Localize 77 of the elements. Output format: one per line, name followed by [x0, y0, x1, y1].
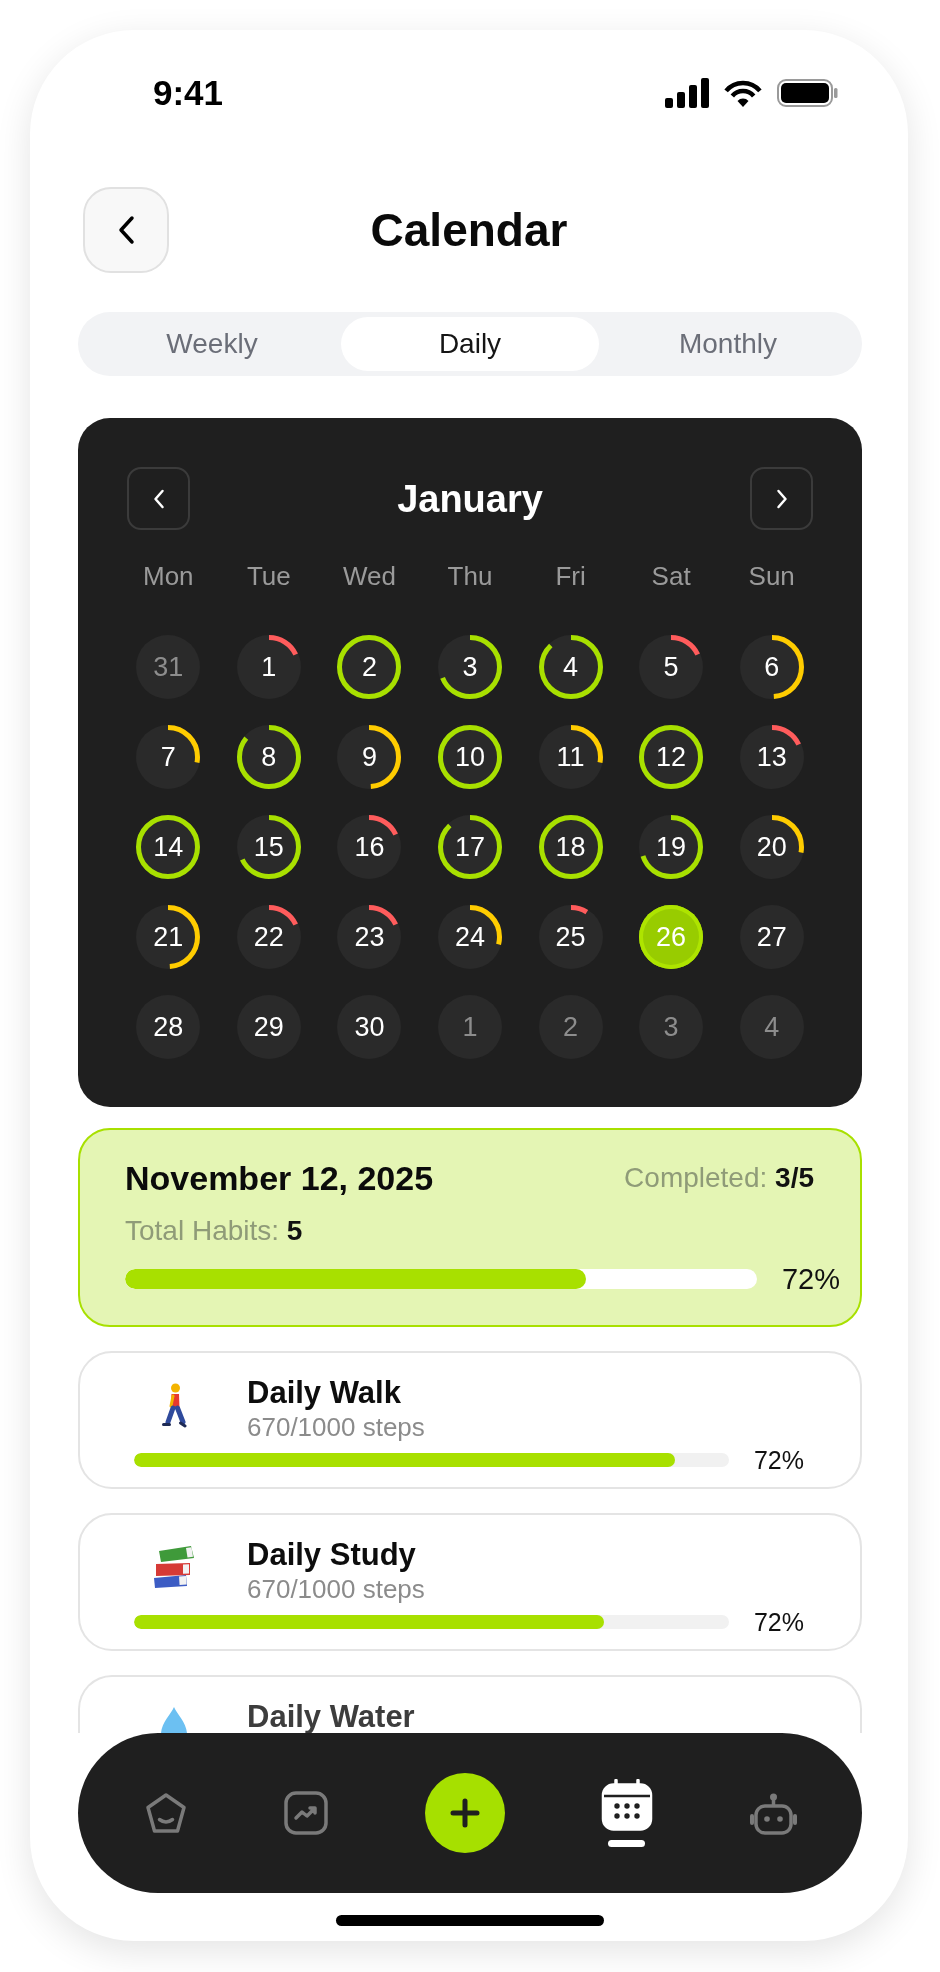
- plus-icon: [449, 1798, 480, 1828]
- weekday-label: Sat: [651, 561, 691, 591]
- calendar-day[interactable]: 23: [337, 905, 402, 969]
- calendar-day[interactable]: 6: [739, 635, 804, 699]
- calendar-day[interactable]: 17: [438, 815, 502, 879]
- calendar-day[interactable]: 7: [136, 725, 201, 789]
- calendar-day[interactable]: 30: [337, 995, 402, 1059]
- calendar-day[interactable]: 21: [136, 905, 201, 969]
- calendar-day[interactable]: 28: [136, 995, 201, 1059]
- weekday-label: Tue: [246, 561, 291, 591]
- calendar-day[interactable]: 1: [438, 995, 502, 1059]
- calendar-day[interactable]: 20: [739, 815, 804, 879]
- calendar-day[interactable]: 19: [639, 815, 704, 879]
- home-icon: [144, 1791, 188, 1835]
- habit-card[interactable]: Daily Study 670/1000 steps 72%: [78, 1513, 862, 1651]
- signal-icon: [665, 78, 709, 108]
- progress-percent: 72%: [781, 1262, 840, 1296]
- calendar-day[interactable]: 5: [639, 635, 704, 699]
- view-tab[interactable]: Daily: [341, 317, 599, 371]
- habit-card[interactable]: Daily Walk 670/1000 steps 72%: [78, 1351, 862, 1489]
- selected-indicator: [608, 1840, 646, 1847]
- calendar-day[interactable]: 1: [236, 635, 301, 699]
- calendar-day[interactable]: 2: [337, 635, 402, 699]
- calendar-day[interactable]: 25: [538, 905, 603, 969]
- calendar-day[interactable]: 8: [236, 725, 301, 789]
- calendar-day[interactable]: 29: [236, 995, 301, 1059]
- robot-icon: [749, 1791, 798, 1835]
- calendar-day[interactable]: 4: [538, 635, 603, 699]
- view-tab[interactable]: Weekly: [83, 317, 341, 371]
- calendar-day[interactable]: 14: [136, 815, 201, 879]
- calendar-day[interactable]: 3: [639, 995, 704, 1059]
- page-title: Calendar: [370, 203, 568, 258]
- calendar-day[interactable]: 31: [136, 635, 201, 699]
- total-habits: Total Habits: 5: [125, 1214, 303, 1248]
- progress-percent: 72%: [753, 1607, 804, 1637]
- wifi-icon: [723, 78, 763, 108]
- calendar-day[interactable]: 10: [438, 725, 502, 789]
- calendar-day[interactable]: 22: [236, 905, 301, 969]
- weekday-label: Sun: [748, 561, 795, 591]
- view-tab[interactable]: Monthly: [599, 317, 857, 371]
- progress-percent: 72%: [753, 1445, 804, 1475]
- habit-title: Daily Water: [247, 1701, 415, 1732]
- chevron-left-icon: [117, 215, 135, 245]
- completed-count: Completed: 3/5: [624, 1161, 814, 1195]
- calendar-day[interactable]: 13: [739, 725, 804, 789]
- habit-detail: 670/1000 steps: [247, 1412, 425, 1442]
- weekday-label: Thu: [447, 561, 493, 591]
- calendar-day[interactable]: 2: [538, 995, 603, 1059]
- calendar-day[interactable]: 11: [538, 725, 603, 789]
- calendar-day[interactable]: 12: [639, 725, 704, 789]
- calendar-day[interactable]: 15: [236, 815, 301, 879]
- books-icon: [153, 1545, 195, 1589]
- habit-detail: 670/1000 steps: [247, 1574, 425, 1604]
- weekday-label: Wed: [342, 561, 396, 591]
- calendar-day[interactable]: 3: [438, 635, 502, 699]
- calendar-day[interactable]: 9: [337, 725, 402, 789]
- chevron-right-icon: [775, 488, 788, 509]
- battery-icon: [777, 79, 838, 107]
- calendar-day[interactable]: 18: [538, 815, 603, 879]
- walking-person-icon: [161, 1383, 187, 1428]
- habit-title: Daily Study: [247, 1539, 416, 1570]
- weekday-label: Mon: [143, 561, 194, 591]
- chart-icon: [284, 1791, 329, 1835]
- weekday-label: Fri: [555, 561, 586, 591]
- calendar-day[interactable]: 24: [438, 905, 502, 969]
- calendar-day[interactable]: 4: [739, 995, 804, 1059]
- habit-card[interactable]: Daily Water: [78, 1675, 862, 1733]
- month-title: January: [397, 476, 543, 522]
- calendar-day[interactable]: 16: [337, 815, 402, 879]
- water-drop-icon: [160, 1707, 188, 1733]
- calendar-day[interactable]: 27: [739, 905, 804, 969]
- calendar-icon: [600, 1779, 653, 1831]
- status-time: 9:41: [153, 76, 224, 110]
- habit-title: Daily Walk: [247, 1377, 401, 1408]
- summary-date: November 12, 2025: [125, 1158, 434, 1198]
- chevron-left-icon: [152, 488, 165, 509]
- nav-tab[interactable]: [600, 1779, 653, 1847]
